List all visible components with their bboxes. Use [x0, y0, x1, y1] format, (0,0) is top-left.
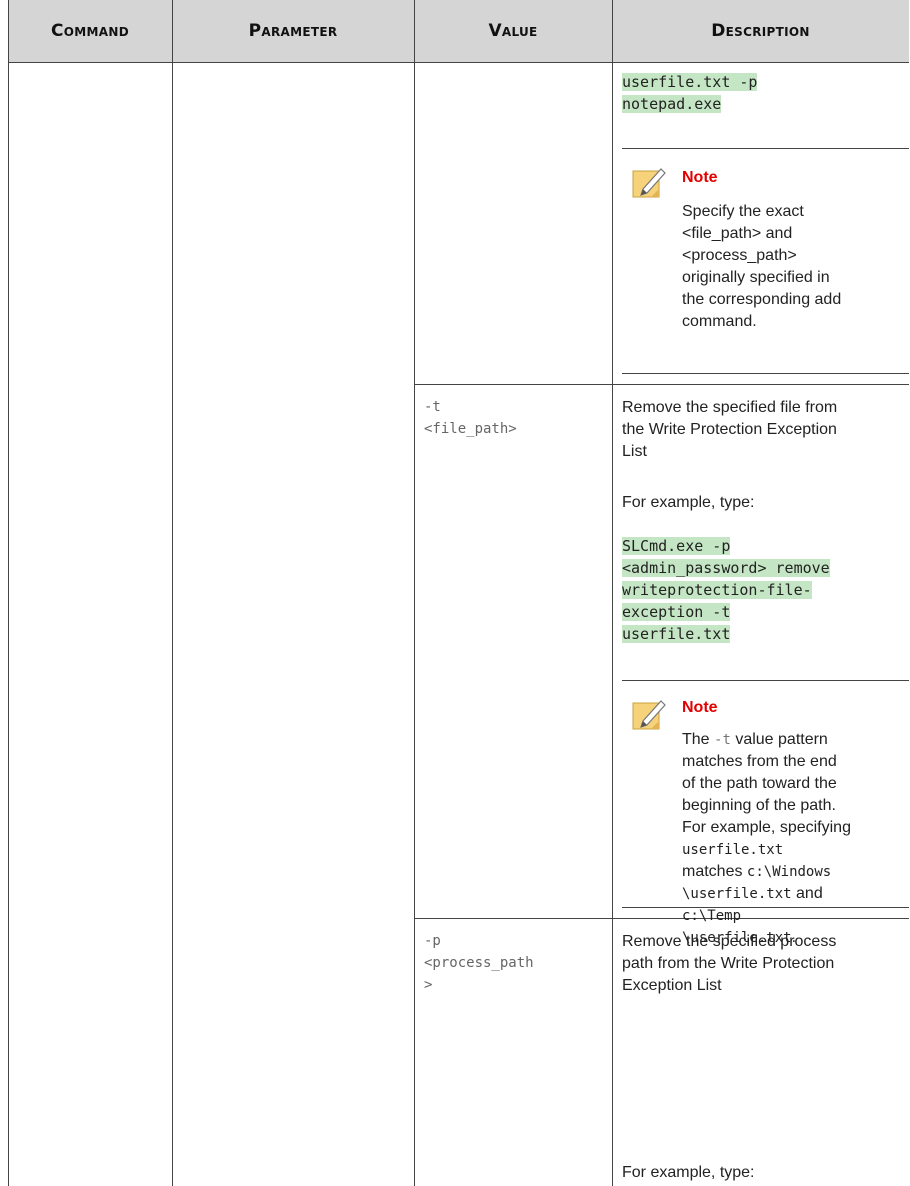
note-title: Note	[682, 169, 718, 186]
desc-line: the Write Protection Exception	[622, 421, 837, 438]
command-table: Command Parameter Value Description user…	[8, 0, 909, 1186]
value-cell-t: -t <file_path>	[424, 396, 517, 440]
desc-line: Remove the specified file from	[622, 399, 838, 416]
example-label: For example, type:	[622, 1164, 755, 1181]
column-divider	[612, 0, 613, 1186]
note-line: matches from the end	[682, 753, 837, 770]
note-line: For example, specifying	[682, 819, 851, 836]
code-line: writeprotection-file-	[622, 581, 812, 599]
value-line: <process_path	[424, 955, 534, 971]
note-box: Note The -t value pattern matches from t…	[622, 680, 909, 946]
header-description-label: Description	[711, 21, 810, 41]
note-body: The -t value pattern matches from the en…	[682, 729, 902, 949]
note-box: Note Specify the exact <file_path> and <…	[622, 148, 909, 374]
header-description: Description	[612, 0, 909, 62]
desc-line: Exception List	[622, 977, 722, 994]
code-line: userfile.txt	[622, 625, 731, 643]
example-label: For example, type:	[622, 494, 755, 511]
note-line: Specify the exact	[682, 203, 804, 220]
note-line: matches c:\Windows	[682, 861, 902, 883]
header-parameter-label: Parameter	[248, 21, 338, 41]
value-line: >	[424, 977, 433, 993]
code-line: exception -t	[622, 603, 731, 621]
note-line: command.	[682, 313, 757, 330]
note-line: \userfile.txt and	[682, 883, 902, 905]
code-line: SLCmd.exe -p	[622, 537, 731, 555]
note-text: The	[682, 731, 715, 748]
note-pencil-icon	[632, 168, 666, 198]
note-line: <file_path> and	[682, 225, 793, 242]
value-line: <file_path>	[424, 421, 517, 437]
note-text: value pattern	[730, 731, 828, 748]
note-inline-code: c:\Windows	[746, 864, 832, 880]
description-cell-t: Remove the specified file from the Write…	[622, 397, 837, 463]
note-inline-code: userfile.txt	[682, 842, 784, 858]
header-divider	[8, 62, 909, 63]
note-line: <process_path>	[682, 247, 797, 264]
note-text: and	[791, 885, 823, 902]
header-value: Value	[414, 0, 612, 62]
example-command: SLCmd.exe -p <admin_password> remove wri…	[622, 535, 830, 645]
header-parameter: Parameter	[172, 0, 414, 62]
example-command: userfile.txt -p notepad.exe	[622, 71, 758, 115]
description-cell-p: Remove the specified process path from t…	[622, 931, 836, 997]
desc-line: List	[622, 443, 647, 460]
note-pencil-icon	[632, 700, 666, 730]
column-divider	[414, 0, 415, 1186]
table-border-left	[8, 0, 9, 1186]
row-divider	[414, 384, 909, 385]
desc-line: path from the Write Protection	[622, 955, 835, 972]
note-inline-code: \userfile.txt	[682, 886, 792, 902]
column-divider	[172, 0, 173, 1186]
code-line: <admin_password> remove	[622, 559, 830, 577]
note-body: Specify the exact <file_path> and <proce…	[682, 201, 902, 333]
header-value-label: Value	[488, 21, 538, 41]
note-line: originally specified in	[682, 269, 830, 286]
value-line: -p	[424, 933, 441, 949]
value-line: -t	[424, 399, 441, 415]
header-command-label: Command	[51, 21, 129, 41]
note-inline-code: c:\Temp	[682, 908, 742, 924]
note-title: Note	[682, 699, 718, 716]
note-line: beginning of the path.	[682, 797, 836, 814]
code-line: notepad.exe	[622, 95, 722, 113]
code-line: userfile.txt -p	[622, 73, 758, 91]
note-line: The -t value pattern	[682, 729, 902, 751]
note-line: the corresponding add	[682, 291, 842, 308]
header-command: Command	[8, 0, 172, 62]
note-text: matches	[682, 863, 747, 880]
value-cell-p: -p <process_path >	[424, 930, 534, 996]
desc-line: Remove the specified process	[622, 933, 837, 950]
note-line: of the path toward the	[682, 775, 837, 792]
note-inline-code: -t	[714, 732, 731, 748]
